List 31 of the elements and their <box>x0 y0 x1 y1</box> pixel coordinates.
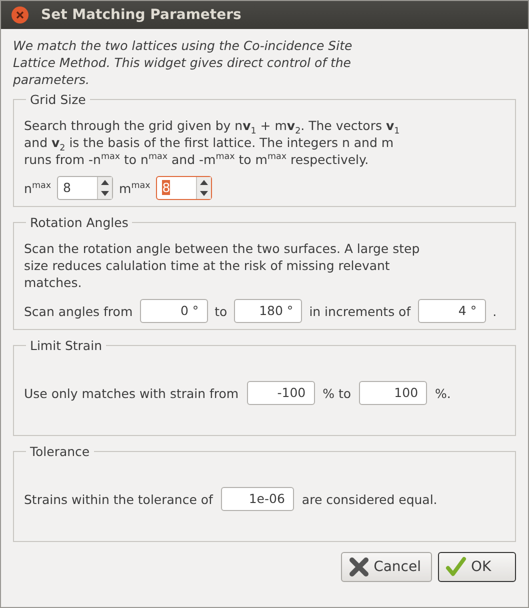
group-title: Rotation Angles <box>29 215 130 230</box>
description-text: Search through the grid given by nv$_{1}$ + mv$_{2}$. The vectors v$_{1}$ and v$_{2}$ is the basis of the first lattice. The integers n and m runs from -n$^{max}$ to n$^{max}$ and -m$^{max}$ to m$^{max}$ respectively. <box>24 117 401 168</box>
field-label: are considered equal. <box>302 492 438 506</box>
field-label: m$^{max}$ <box>119 180 150 196</box>
input-field[interactable]: 0 ° <box>140 299 208 323</box>
field-label: % to <box>322 386 352 400</box>
group-title: Grid Size <box>29 92 87 107</box>
group-title: Limit Strain <box>29 338 103 353</box>
window-title: Set Matching Parameters <box>41 7 242 23</box>
cross-icon <box>348 556 370 578</box>
field-label: to <box>214 304 228 318</box>
intro-text: We match the two lattices using the Co-incidence Site Lattice Method. This widget gives direct control of the parameters. <box>13 37 354 88</box>
field-label: . <box>492 304 497 318</box>
field-label: Strains within the tolerance of <box>24 492 213 506</box>
field-label: %. <box>435 386 451 400</box>
close-icon[interactable] <box>11 6 29 24</box>
field-label: Use only matches with strain from <box>24 386 239 400</box>
input-field[interactable]: 1e-06 <box>220 487 294 511</box>
input-field[interactable]: -100 <box>246 381 315 405</box>
group-title: Tolerance <box>29 444 91 459</box>
input-field[interactable]: 180 ° <box>234 299 302 323</box>
spin-box[interactable]: 8 <box>57 176 114 200</box>
field-label: n$^{max}$ <box>24 180 52 196</box>
check-icon <box>445 556 467 578</box>
input-field[interactable]: 100 <box>359 381 428 405</box>
field-label: in increments of <box>309 304 411 318</box>
input-field[interactable]: 4 ° <box>418 299 486 323</box>
field-label: Scan angles from <box>24 304 133 318</box>
description-text: Scan the rotation angle between the two surfaces. A large step size reduces calulation time at the risk of missing relevant matches. <box>24 240 421 291</box>
cancel-button[interactable]: Cancel <box>340 552 432 582</box>
ok-button[interactable]: OK <box>438 552 516 582</box>
